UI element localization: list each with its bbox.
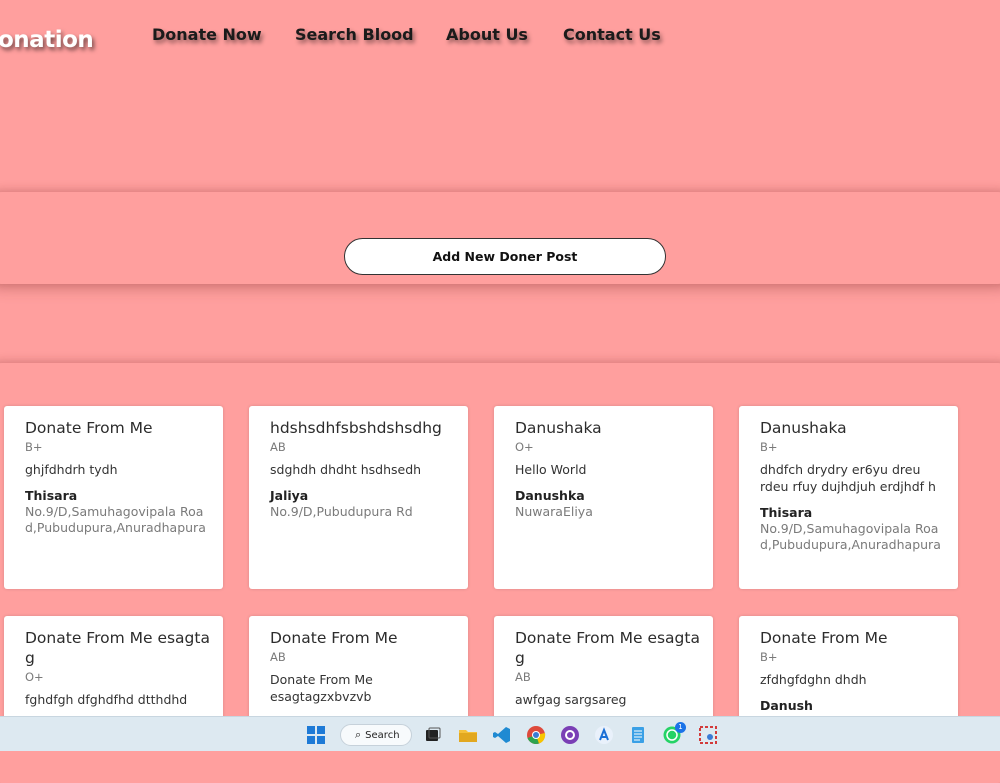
post-blood-group: B+ xyxy=(25,440,43,454)
post-card[interactable]: Danushaka B+ dhdfch drydry er6yu dreu rd… xyxy=(739,406,958,589)
post-description: dhdfch drydry er6yu dreu rdeu rfuy dujhd… xyxy=(760,462,936,494)
post-title: Danushaka xyxy=(760,419,847,437)
post-donor-name: Danush xyxy=(760,698,813,713)
post-donor-name: Danushka xyxy=(515,488,585,503)
taskbar-search-label: Search xyxy=(365,729,400,741)
post-donor-name: Thisara xyxy=(760,505,813,520)
post-address: No.9/D,Pubudupura Rd xyxy=(270,504,413,519)
post-description: Donate From Me esagtagzxbvzvb xyxy=(270,672,373,704)
post-blood-group: O+ xyxy=(515,440,534,454)
nav-contact-us[interactable]: Contact Us xyxy=(563,25,661,44)
chrome-icon[interactable] xyxy=(526,725,546,745)
post-description: Hello World xyxy=(515,462,587,477)
post-description: sdghdh dhdht hsdhsedh xyxy=(270,462,422,477)
post-description: fghdfgh dfghdfhd dtthdhd xyxy=(25,692,188,707)
post-title: hdshsdhfsbshdshsdhg xyxy=(270,419,442,437)
notepad-icon[interactable] xyxy=(628,725,648,745)
post-title: Donate From Me esagtag xyxy=(515,629,700,667)
windows-start-icon[interactable] xyxy=(306,725,326,745)
post-title: Donate From Me xyxy=(760,629,888,647)
post-blood-group: AB xyxy=(270,440,286,454)
whatsapp-notification-badge: 1 xyxy=(675,722,686,733)
vscode-icon[interactable] xyxy=(492,725,512,745)
taskbar-search-box[interactable]: ⌕ Search xyxy=(340,724,412,746)
post-address: NuwaraEliya xyxy=(515,504,593,519)
post-card[interactable]: hdshsdhfsbshdshsdhg AB sdghdh dhdht hsdh… xyxy=(249,406,468,589)
github-desktop-icon[interactable] xyxy=(560,725,580,745)
post-title: Danushaka xyxy=(515,419,602,437)
file-explorer-icon[interactable] xyxy=(458,725,478,745)
task-view-icon[interactable] xyxy=(423,725,443,745)
post-title: Donate From Me esagtag xyxy=(25,629,210,667)
post-address: No.9/D,Samuhagovipala Road,Pubudupura,An… xyxy=(25,504,206,535)
post-donor-name: Thisara xyxy=(25,488,78,503)
nav-donate-now[interactable]: Donate Now xyxy=(152,25,262,44)
nav-about-us[interactable]: About Us xyxy=(446,25,528,44)
post-title: Donate From Me xyxy=(25,419,153,437)
post-description: zfdhgfdghn dhdh xyxy=(760,672,867,687)
post-title: Donate From Me xyxy=(270,629,398,647)
post-blood-group: AB xyxy=(270,650,286,664)
post-blood-group: O+ xyxy=(25,670,44,684)
add-new-doner-post-button[interactable]: Add New Doner Post xyxy=(344,238,666,275)
post-donor-name: Jaliya xyxy=(270,488,309,503)
post-card[interactable]: Danushaka O+ Hello World Danushka Nuwara… xyxy=(494,406,713,589)
search-icon: ⌕ xyxy=(355,728,362,741)
post-address: No.9/D,Samuhagovipala Road,Pubudupura,An… xyxy=(760,521,941,552)
post-blood-group: B+ xyxy=(760,650,778,664)
os-taskbar: ⌕ Search 1 xyxy=(0,716,1000,751)
post-description: ghjfdhdrh tydh xyxy=(25,462,118,477)
nav-search-blood[interactable]: Search Blood xyxy=(295,25,414,44)
post-blood-group: B+ xyxy=(760,440,778,454)
site-logo[interactable]: onation xyxy=(0,27,94,53)
post-blood-group: AB xyxy=(515,670,531,684)
snipping-tool-icon[interactable] xyxy=(698,725,718,745)
app-store-icon[interactable] xyxy=(594,725,614,745)
post-card[interactable]: Donate From Me B+ ghjfdhdrh tydh Thisara… xyxy=(4,406,223,589)
top-nav: onation Donate Now Search Blood About Us… xyxy=(0,0,1000,80)
post-description: awfgag sargsareg xyxy=(515,692,627,707)
